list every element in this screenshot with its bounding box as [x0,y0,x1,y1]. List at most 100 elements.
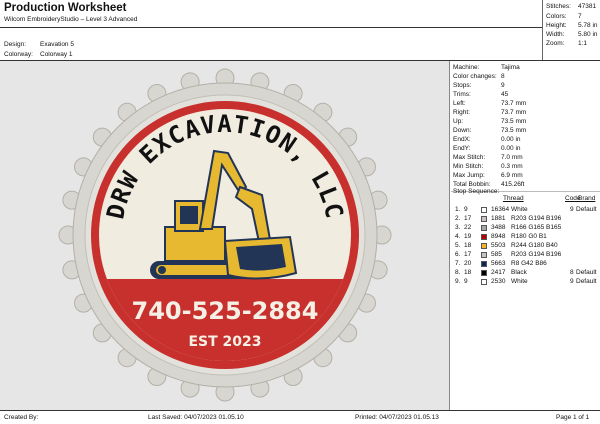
detail-row: Left: 73.7 mm [453,99,600,108]
last-saved: Last Saved: 04/07/2023 01.05.10 [148,414,244,421]
color-swatch [481,224,487,231]
detail-value: 0.00 in [501,145,521,152]
detail-label: Stops: [453,82,472,89]
design-value: Exavation 5 [40,41,74,48]
thread-number: 1881 [491,215,506,222]
detail-label: Max Stitch: [453,154,486,161]
stat-label: Colors: [546,13,567,20]
color-swatch [481,206,487,213]
detail-row: Min Stitch: 0.3 mm [453,162,600,171]
thread-brand: Default [576,269,597,276]
machine-details-panel: Machine: Tajima Color changes: 8 Stops: 9 T… [451,61,600,410]
thread-number: 2417 [491,269,506,276]
detail-row: Right: 73.7 mm [453,108,600,117]
detail-label: EndY: [453,145,471,152]
thread-name: R203 G194 B196 [511,215,562,222]
stop-index: 8. [455,269,461,276]
thread-name: White [511,206,528,213]
design-label: Design: [4,41,27,48]
detail-label: Down: [453,127,472,134]
stop-number: 17 [464,215,472,222]
stop-row: 8. 18 2417 Black 8 Default [453,268,600,277]
page-number: Page 1 of 1 [556,414,590,421]
colorway-value: Colorway 1 [40,51,73,58]
stat-label: Zoom: [546,40,565,47]
detail-label: EndX: [453,136,471,143]
stop-row: 5. 18 5503 R244 G180 B40 [453,241,600,250]
detail-value: Tajima [501,64,520,71]
stop-index: 3. [455,224,461,231]
thread-name: White [511,278,528,285]
thread-number: 5663 [491,260,506,267]
thread-name: R244 G180 B40 [511,242,558,249]
stop-index: 2. [455,215,461,222]
stop-row: 4. 19 8948 R180 G0 B1 [453,232,600,241]
stop-number: 22 [464,224,472,231]
colorway-row: Colorway: Colorway 1 [4,51,73,58]
detail-row: EndX: 0.00 in [453,135,600,144]
embroidery-patch: DRW EXCAVATION, LLC 740-525-2884 EST 202… [58,68,392,402]
detail-row: Color changes: 8 [453,72,600,81]
detail-value: 0.00 in [501,136,521,143]
thread-number: 8948 [491,233,506,240]
thread-code: 9 [570,206,574,213]
detail-value: 73.5 mm [501,127,527,134]
detail-label: Machine: [453,64,480,71]
detail-label: Right: [453,109,470,116]
stats-panel: Stitches: 47381 Colors: 7 Height: 5.78 in W… [542,0,600,60]
worksheet-footer: Created By: Last Saved: 04/07/2023 01.05… [0,410,600,424]
detail-label: Up: [453,118,464,125]
thread-number: 3488 [491,224,506,231]
stop-number: 9 [464,278,468,285]
thread-number: 2530 [491,278,506,285]
color-swatch [481,215,487,222]
color-swatch [481,278,487,285]
detail-row: Max Stitch: 7.0 mm [453,153,600,162]
thread-name: R166 G165 B165 [511,224,562,231]
stat-label: Width: [546,31,565,38]
col-brand: Brand [578,195,596,202]
est-year: EST 2023 [188,334,261,350]
stop-number: 9 [464,206,468,213]
thread-code: 9 [570,278,574,285]
thread-name: R8 G42 B86 [511,260,547,267]
color-swatch [481,242,487,249]
thread-number: 585 [491,251,502,258]
stop-index: 7. [455,260,461,267]
stat-value: 7 [578,13,582,20]
colorway-label: Colorway: [4,51,33,58]
printed-date: Printed: 04/07/2023 01.05.13 [355,414,439,421]
stat-label: Height: [546,22,567,29]
detail-label: Min Stitch: [453,163,484,170]
stop-number: 17 [464,251,472,258]
stop-number: 18 [464,269,472,276]
header-divider [0,27,542,28]
stop-index: 9. [455,278,461,285]
thread-brand: Default [576,278,597,285]
stat-value: 5.80 in [578,31,598,38]
detail-value: 73.7 mm [501,109,527,116]
color-swatch [481,269,487,276]
design-preview[interactable]: DRW EXCAVATION, LLC 740-525-2884 EST 202… [0,61,450,410]
detail-row: Trims: 45 [453,90,600,99]
detail-value: 7.0 mm [501,154,523,161]
design-row: Design: Exavation 5 [4,41,74,48]
stat-label: Stitches: [546,3,571,10]
detail-value: 73.5 mm [501,118,527,125]
detail-row: Machine: Tajima [453,63,600,72]
stop-row: 2. 17 1881 R203 G194 B196 [453,214,600,223]
detail-value: 73.7 mm [501,100,527,107]
stop-row: 9. 9 2530 White 9 Default [453,277,600,286]
detail-row: Down: 73.5 mm [453,126,600,135]
stop-row: 1. 9 16364 White 9 Default [453,205,600,214]
stop-row: 3. 22 3488 R166 G165 B165 [453,223,600,232]
thread-name: Black [511,269,527,276]
detail-value: 9 [501,82,505,89]
thread-number: 5503 [491,242,506,249]
color-swatch [481,260,487,267]
phone-number: 740-525-2884 [132,297,319,325]
stat-value: 47381 [578,3,597,10]
stop-number: 18 [464,242,472,249]
detail-row: EndY: 0.00 in [453,144,600,153]
thread-code: 8 [570,269,574,276]
